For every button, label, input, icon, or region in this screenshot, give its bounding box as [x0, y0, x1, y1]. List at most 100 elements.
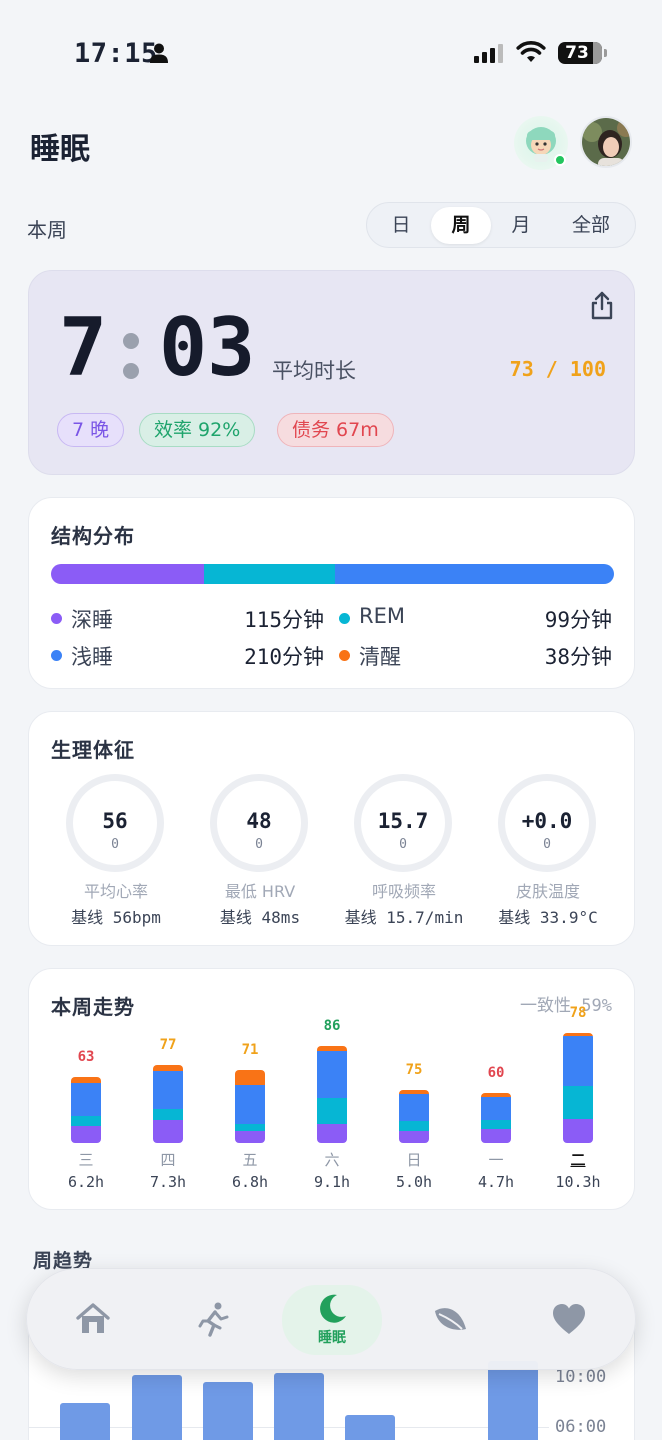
skin-temp-value: +0.0: [521, 809, 573, 833]
moon-icon: [320, 1294, 346, 1323]
heart-rate-delta: 0: [111, 837, 119, 852]
respiration-ring: 15.7 0: [354, 774, 452, 872]
battery-level: 73: [565, 43, 589, 63]
status-time: 17:15: [74, 38, 158, 69]
light-value: 210分钟: [244, 645, 324, 669]
day-bar-deep: [399, 1131, 429, 1143]
sleep-score: 73 / 100: [509, 357, 606, 381]
period-label: 本周: [27, 218, 67, 242]
day-bar[interactable]: [317, 1045, 347, 1143]
tab-all[interactable]: 全部: [553, 207, 629, 244]
day-bar-deep: [235, 1131, 265, 1143]
day-bar-light: [563, 1036, 593, 1086]
day-bar-deep: [71, 1125, 101, 1143]
day-hours: 7.3h: [149, 1173, 187, 1191]
day-bar-deep: [563, 1118, 593, 1143]
light-label: 浅睡: [71, 645, 113, 669]
awake-dot: [339, 650, 350, 661]
hrv-baseline: 基线 48ms: [219, 908, 301, 927]
heart-rate-value: 56: [102, 809, 128, 833]
day-bar[interactable]: [399, 1089, 429, 1143]
respiration-value: 15.7: [377, 809, 429, 833]
skin-temp-delta: 0: [543, 837, 551, 852]
heart-icon: [553, 1304, 585, 1334]
tab-health[interactable]: [519, 1285, 619, 1355]
day-bar-awake: [71, 1076, 101, 1084]
debt-badge: 债务 67m: [277, 413, 394, 447]
tab-month[interactable]: 月: [493, 207, 549, 244]
day-bar-rem: [317, 1098, 347, 1124]
user-avatar[interactable]: [580, 116, 632, 168]
week-trend-title: 本周走势: [51, 995, 135, 1019]
day-bar[interactable]: [235, 1070, 265, 1143]
day-bar-rem: [563, 1085, 593, 1119]
day-bar-light: [71, 1083, 101, 1117]
structure-segment: [51, 564, 204, 584]
day-hours: 10.3h: [555, 1173, 601, 1191]
tab-sleep-label: 睡眠: [318, 1330, 346, 1346]
day-bar-awake: [235, 1070, 265, 1085]
tab-home[interactable]: [43, 1285, 143, 1355]
user-photo: [582, 118, 630, 166]
hrv-label: 最低 HRV: [224, 882, 296, 901]
period-selector: 日 周 月 全部: [366, 202, 636, 248]
structure-title: 结构分布: [51, 524, 135, 548]
day-label: 一: [488, 1151, 504, 1169]
day-bar[interactable]: [563, 1033, 593, 1143]
day-hours: 9.1h: [313, 1173, 351, 1191]
day-bar-light: [481, 1096, 511, 1121]
nights-badge: 7 晚: [57, 413, 125, 447]
week-trend-card: 本周走势 一致性 59% 63 三 6.2h 77 四 7.3h 71 五 6.8h 86 六 9.1…: [28, 968, 635, 1210]
run-icon: [198, 1302, 229, 1337]
day-bar-light: [399, 1093, 429, 1121]
hrv-ring: 48 0: [210, 774, 308, 872]
day-hours: 6.2h: [67, 1173, 105, 1191]
share-icon[interactable]: [590, 291, 614, 321]
tab-day[interactable]: 日: [373, 207, 429, 244]
day-score: 75: [405, 1061, 423, 1078]
day-score: 77: [159, 1037, 177, 1054]
day-bar[interactable]: [481, 1092, 511, 1143]
person-icon: [150, 43, 168, 63]
structure-segment: [335, 564, 614, 584]
day-score: 86: [323, 1017, 341, 1034]
assistant-avatar[interactable]: [514, 116, 568, 170]
avg-minutes: 03: [159, 301, 256, 394]
day-label: 五: [242, 1151, 258, 1169]
day-score: 71: [241, 1042, 259, 1059]
structure-segment: [203, 564, 336, 584]
tab-week[interactable]: 周: [431, 207, 491, 244]
vitals-title: 生理体征: [51, 738, 135, 762]
day-bar-deep: [317, 1123, 347, 1143]
day-hours: 6.8h: [231, 1173, 269, 1191]
weekly-bar: [132, 1375, 182, 1440]
tab-mind[interactable]: [400, 1285, 500, 1355]
heart-rate-baseline: 基线 56bpm: [71, 908, 161, 927]
structure-stack-bar: [51, 564, 614, 584]
deep-dot: [51, 613, 62, 624]
bottom-tab-bar: 睡眠: [26, 1268, 636, 1370]
day-bar[interactable]: [153, 1065, 183, 1143]
day-bar[interactable]: [71, 1076, 101, 1143]
efficiency-badge: 效率 92%: [139, 413, 256, 447]
rem-label: REM: [359, 604, 405, 628]
day-bar-light: [317, 1050, 347, 1099]
page-title: 睡眠: [30, 132, 90, 167]
weekly-bar: [345, 1415, 395, 1440]
day-bar-rem: [153, 1108, 183, 1120]
tab-sleep[interactable]: 睡眠: [282, 1285, 382, 1355]
avg-hours: 7: [59, 301, 108, 394]
weekly-bar: [60, 1403, 110, 1440]
online-indicator: [554, 154, 566, 166]
day-label: 六: [324, 1151, 340, 1169]
skin-temp-ring: +0.0 0: [498, 774, 596, 872]
rem-dot: [339, 613, 350, 624]
tab-activity[interactable]: [163, 1285, 263, 1355]
respiration-delta: 0: [399, 837, 407, 852]
day-label: 二: [570, 1151, 586, 1169]
light-dot: [51, 650, 62, 661]
sleep-summary-card: 7 03 平均时长 73 / 100 7 晚 效率 92% 债务 67m: [28, 270, 635, 475]
weekly-tick-top: 10:00: [555, 1367, 607, 1387]
day-bar-rem: [235, 1124, 265, 1132]
weekly-bar: [488, 1361, 538, 1440]
